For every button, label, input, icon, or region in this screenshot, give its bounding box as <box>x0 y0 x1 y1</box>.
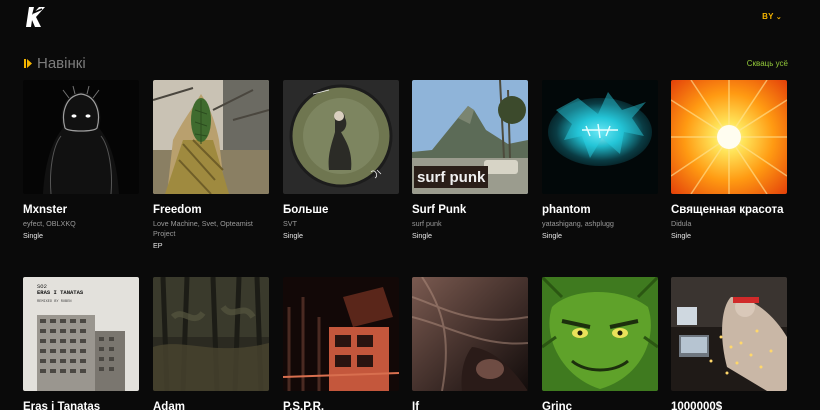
release-card[interactable]: 1000000$ <box>671 277 787 410</box>
release-card[interactable]: Grinc <box>542 277 658 410</box>
release-type: Single <box>283 231 303 240</box>
section-header: Навінкі Скваць усё <box>24 54 788 74</box>
release-type: Single <box>23 231 43 240</box>
release-card[interactable]: Mxnster eyfect, OBLXKQ Single <box>23 80 139 241</box>
skip-next-icon <box>24 59 32 68</box>
release-type: Single <box>671 231 691 240</box>
release-title: Mxnster <box>23 204 68 216</box>
release-card[interactable]: Священная красота Didula Single <box>671 80 787 241</box>
release-cover <box>671 80 787 194</box>
release-type: Single <box>412 231 432 240</box>
release-artists[interactable]: Didula <box>671 219 787 229</box>
release-artists[interactable]: surf punk <box>412 219 528 229</box>
language-label: BY <box>762 12 774 21</box>
release-title: Священная красота <box>671 204 784 216</box>
release-card[interactable]: surf punk Surf Punk surf punk Single <box>412 80 528 241</box>
release-title: Adam <box>153 401 185 410</box>
release-artists[interactable]: SVT <box>283 219 399 229</box>
release-cover <box>542 277 658 391</box>
release-title: 1000000$ <box>671 401 723 410</box>
release-card[interactable]: phantom yatashigang, ashplugg Single <box>542 80 658 241</box>
release-type: Single <box>542 231 562 240</box>
release-title: If <box>412 401 420 410</box>
section-title: Навінкі <box>37 55 86 72</box>
release-title: phantom <box>542 204 591 216</box>
release-artists[interactable]: Love Machine, Svet, Opteamist Project <box>153 219 269 239</box>
release-artists[interactable]: eyfect, OBLXKQ <box>23 219 139 229</box>
release-cover <box>153 80 269 194</box>
release-card[interactable]: SO2 ERAS I TANATAS REMIXED BY RUBEN Eras… <box>23 277 139 410</box>
release-title: Freedom <box>153 204 202 216</box>
release-cover: SO2 ERAS I TANATAS REMIXED BY RUBEN <box>23 277 139 391</box>
release-type: EP <box>153 241 163 250</box>
chevron-down-icon: ⌄ <box>775 14 782 21</box>
release-cover <box>412 277 528 391</box>
release-cover <box>283 277 399 391</box>
language-selector[interactable]: BY ⌄ <box>762 12 782 21</box>
release-cover <box>671 277 787 391</box>
release-card[interactable]: Adam <box>153 277 269 410</box>
release-cover <box>153 277 269 391</box>
release-cover <box>23 80 139 194</box>
release-card[interactable]: Freedom Love Machine, Svet, Opteamist Pr… <box>153 80 269 251</box>
see-all-link[interactable]: Скваць усё <box>747 59 788 68</box>
release-title: Больше <box>283 204 329 216</box>
release-card[interactable]: If <box>412 277 528 410</box>
cover-text: REMIXED BY RUBEN <box>37 300 72 304</box>
cover-text: ERAS I TANATAS <box>37 289 84 296</box>
release-cover <box>283 80 399 194</box>
top-bar: BY ⌄ <box>0 0 820 36</box>
release-cover <box>542 80 658 194</box>
release-artists[interactable]: yatashigang, ashplugg <box>542 219 658 229</box>
release-card[interactable]: Больше SVT Single <box>283 80 399 241</box>
cover-text: surf punk <box>417 169 486 186</box>
release-card[interactable]: P.S.P.R. <box>283 277 399 410</box>
release-title: Eras i Tanatas <box>23 401 101 410</box>
release-title: Grinc <box>542 401 573 410</box>
release-title: P.S.P.R. <box>283 401 325 410</box>
release-cover: surf punk <box>412 80 528 194</box>
logo-icon[interactable] <box>26 6 46 28</box>
release-title: Surf Punk <box>412 204 467 216</box>
